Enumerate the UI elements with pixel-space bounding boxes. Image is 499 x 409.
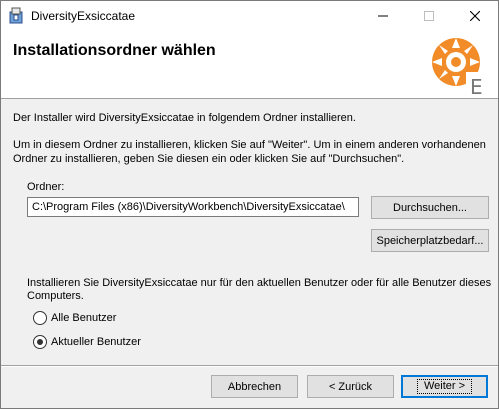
svg-text:E: E <box>470 75 483 96</box>
cancel-button-label: Abbrechen <box>227 380 282 393</box>
cancel-button[interactable]: Abbrechen <box>211 375 298 398</box>
header-banner: Installationsordner wählen E <box>1 30 498 99</box>
minimize-icon <box>378 15 388 16</box>
install-scope-question-line-2: Computers. <box>27 290 84 302</box>
disk-cost-button[interactable]: Speicherplatzbedarf... <box>371 229 489 252</box>
footer-separator <box>1 365 498 367</box>
window-title: DiversityExsiccatae <box>31 9 136 23</box>
radio-all-users-label[interactable]: Alle Benutzer <box>51 312 116 325</box>
install-scope-question-line-1: Installieren Sie DiversityExsiccatae nur… <box>27 277 492 289</box>
instructions-line-2: Ordner zu installieren, geben Sie diesen… <box>13 153 405 165</box>
folder-label: Ordner: <box>27 181 65 193</box>
title-bar: DiversityExsiccatae <box>1 1 498 30</box>
maximize-icon <box>424 10 434 21</box>
minimize-button[interactable] <box>360 1 406 30</box>
folder-path-input[interactable]: C:\Program Files (x86)\DiversityWorkbenc… <box>27 197 359 217</box>
browse-button[interactable]: Durchsuchen... <box>371 196 489 219</box>
maximize-button[interactable] <box>406 1 452 30</box>
intro-text: Der Installer wird DiversityExsiccatae i… <box>13 112 356 124</box>
radio-current-user-label[interactable]: Aktueller Benutzer <box>51 336 141 349</box>
close-icon <box>470 10 480 21</box>
back-button-label: < Zurück <box>328 380 373 393</box>
radio-all-users[interactable] <box>33 311 47 325</box>
diversity-workbench-logo: E <box>432 38 490 96</box>
next-button-label: Weiter > <box>416 379 473 394</box>
close-button[interactable] <box>452 1 498 30</box>
next-button[interactable]: Weiter > <box>401 375 488 398</box>
instructions-line-1: Um in diesem Ordner zu installieren, kli… <box>13 139 486 151</box>
back-button[interactable]: < Zurück <box>307 375 394 398</box>
browse-button-label: Durchsuchen... <box>393 201 467 214</box>
disk-cost-button-label: Speicherplatzbedarf... <box>376 234 484 247</box>
page-title: Installationsordner wählen <box>13 42 216 59</box>
installer-package-icon <box>9 7 23 24</box>
radio-current-user[interactable] <box>33 335 47 349</box>
installer-window: DiversityExsiccatae Installationsordner … <box>0 0 499 409</box>
